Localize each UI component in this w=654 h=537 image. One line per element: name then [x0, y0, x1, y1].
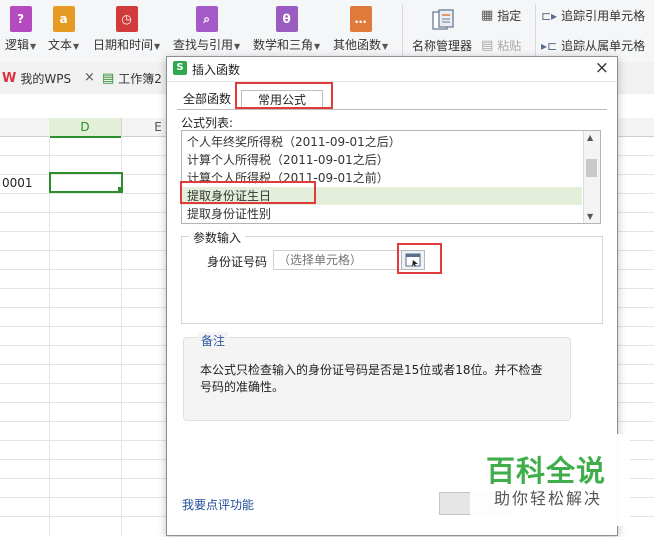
column-header-d[interactable]: D: [49, 118, 122, 138]
list-item[interactable]: 个人年终奖所得税（2011-09-01之后）: [182, 133, 582, 151]
text-label: 文本: [48, 38, 73, 52]
wps-logo-icon: W: [2, 70, 17, 86]
paste-label: 粘贴: [497, 39, 522, 53]
grid-line: [49, 136, 50, 536]
lookup-function-button[interactable]: ⌕ 查找与引用▼: [173, 6, 240, 53]
trace-dependents-button[interactable]: ▸⊏ 追踪从属单元格: [541, 37, 645, 54]
formula-list-label: 公式列表:: [181, 116, 234, 130]
name-manager-icon: [432, 9, 454, 30]
ribbon-separator-2: [535, 4, 536, 56]
highlight-box-tab: [235, 82, 333, 109]
trace-precedents-icon: ⊏▸: [541, 8, 558, 23]
tab-all-functions[interactable]: 全部函数: [177, 90, 237, 109]
text-function-button[interactable]: a 文本▼: [48, 6, 79, 53]
scroll-thumb[interactable]: [586, 159, 597, 177]
ribbon-separator: [402, 4, 403, 56]
name-manager-label: 名称管理器: [412, 39, 473, 53]
math-function-button[interactable]: θ 数学和三角▼: [253, 6, 320, 53]
watermark: 百科全说 助你轻松解决: [470, 434, 630, 526]
list-scrollbar[interactable]: ▲ ▼: [583, 131, 600, 223]
note-panel: 备注 本公式只检查输入的身份证号码是否是15位或者18位。并不检查号码的准确性。: [183, 332, 571, 421]
formula-listbox[interactable]: 个人年终奖所得税（2011-09-01之后） 计算个人所得税（2011-09-0…: [181, 130, 601, 224]
other-function-button[interactable]: … 其他函数▼: [333, 6, 388, 53]
lookup-icon: ⌕: [195, 6, 218, 32]
logic-label: 逻辑: [5, 38, 30, 52]
trace-precedents-label: 追踪引用单元格: [561, 9, 646, 23]
specify-button[interactable]: ▦ 指定: [481, 7, 521, 24]
trace-precedents-button[interactable]: ⊏▸ 追踪引用单元格: [541, 7, 645, 24]
tab-close-icon[interactable]: ×: [84, 70, 95, 85]
tab-divider: [177, 109, 607, 110]
specify-label: 指定: [497, 9, 522, 23]
note-title: 备注: [198, 332, 229, 349]
grid-line: [121, 136, 122, 536]
tab-my-wps-label: 我的WPS: [20, 71, 72, 86]
watermark-title: 百科全说: [486, 454, 607, 488]
dialog-title: 插入函数: [192, 63, 241, 77]
dialog-titlebar[interactable]: S 插入函数 ×: [167, 57, 617, 82]
feedback-link[interactable]: 我要点评功能: [182, 496, 254, 513]
datetime-function-button[interactable]: ◷ 日期和时间▼: [93, 6, 160, 53]
note-text: 本公式只检查输入的身份证号码是否是15位或者18位。并不检查号码的准确性。: [200, 363, 543, 394]
watermark-subtitle: 助你轻松解决: [494, 489, 603, 508]
grid-icon: ▦: [481, 8, 494, 23]
fill-handle[interactable]: [118, 187, 123, 192]
other-label: 其他函数: [333, 38, 382, 52]
scroll-up-icon[interactable]: ▲: [587, 133, 593, 142]
logic-function-button[interactable]: ? 逻辑▼: [5, 6, 36, 53]
sheet-doc-icon: ▤: [102, 70, 115, 86]
math-label: 数学和三角: [253, 38, 314, 52]
parameter-legend: 参数输入: [189, 229, 246, 246]
list-item[interactable]: 计算个人所得税（2011-09-01之后）: [182, 151, 582, 169]
id-number-input[interactable]: [273, 250, 403, 270]
tab-my-wps[interactable]: W 我的WPS: [2, 68, 71, 88]
wps-sheet-logo-icon: S: [173, 61, 187, 75]
cell-c-value[interactable]: 0001: [2, 176, 33, 190]
id-number-label: 身份证号码: [207, 255, 268, 269]
paste-button[interactable]: ▤ 粘贴: [481, 37, 521, 54]
tab-workbook[interactable]: ▤ 工作簿2: [102, 68, 162, 88]
list-item[interactable]: 提取身份证性别: [182, 205, 582, 223]
datetime-label: 日期和时间: [93, 38, 154, 52]
text-icon: a: [52, 6, 75, 32]
dialog-close-button[interactable]: ×: [595, 58, 609, 78]
selected-cell-d[interactable]: [49, 172, 123, 193]
clock-icon: ◷: [115, 6, 138, 32]
tab-workbook-label: 工作簿2: [118, 71, 162, 86]
more-icon: …: [349, 6, 372, 32]
highlight-box-item: [180, 181, 316, 204]
highlight-box-picker: [397, 243, 442, 274]
column-header-c[interactable]: [0, 118, 50, 136]
trace-dependents-label: 追踪从属单元格: [561, 39, 646, 53]
trace-dependents-icon: ▸⊏: [541, 38, 558, 53]
name-manager-button[interactable]: 名称管理器: [412, 37, 472, 54]
scroll-down-icon[interactable]: ▼: [587, 212, 593, 221]
logic-icon: ?: [9, 6, 32, 32]
ribbon: ? 逻辑▼ a 文本▼ ◷ 日期和时间▼ ⌕ 查找与引用▼ θ 数学和三角▼ ……: [0, 0, 654, 63]
lookup-label: 查找与引用: [173, 38, 234, 52]
paste-icon: ▤: [481, 38, 494, 53]
math-icon: θ: [275, 6, 298, 32]
